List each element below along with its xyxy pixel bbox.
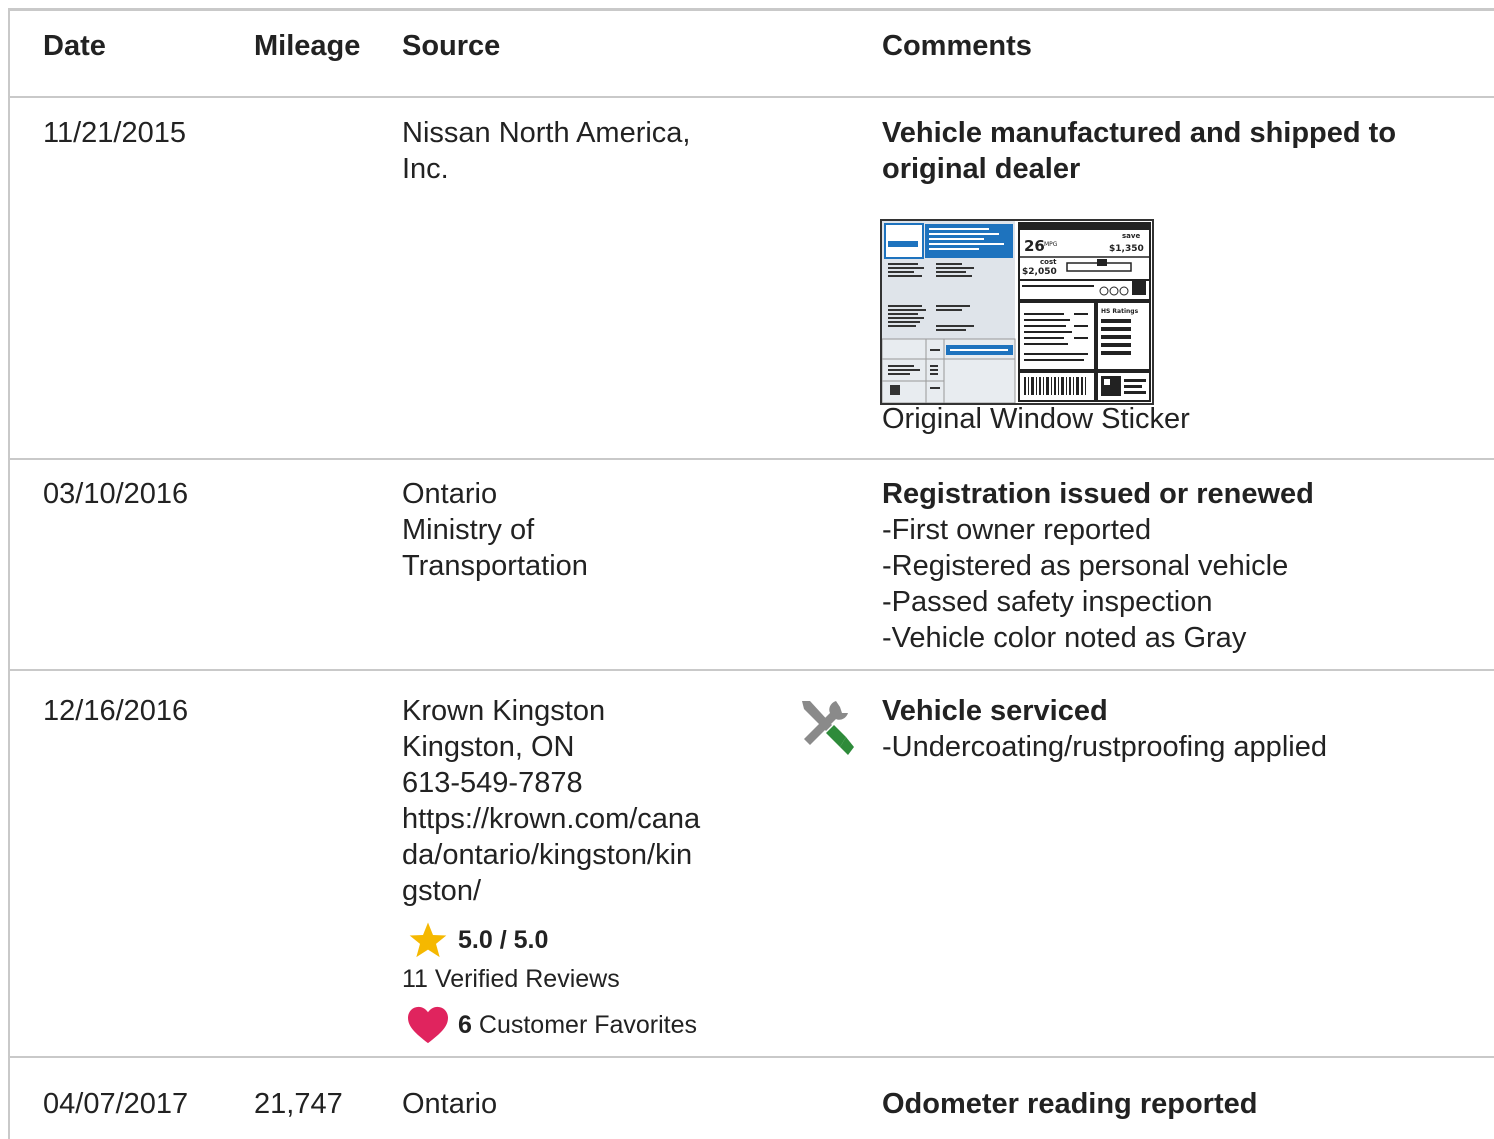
comment-title: Odometer reading reported — [882, 1088, 1258, 1120]
table-row: 03/10/2016 Ontario Ministry of Transport… — [10, 460, 1494, 671]
header-mileage: Mileage — [254, 30, 361, 62]
sticker-save-value: $1,350 — [1109, 244, 1144, 254]
table-row: 04/07/2017 21,747 Ontario Odometer readi… — [10, 1058, 1494, 1139]
verified-reviews-link[interactable]: 11 Verified Reviews — [402, 964, 620, 994]
table-row: 11/21/2015 Nissan North America, Inc. Ve… — [10, 97, 1494, 460]
wrench-screwdriver-icon — [802, 701, 854, 755]
row-date: 12/16/2016 — [43, 695, 189, 727]
row-date: 11/21/2015 — [43, 117, 186, 149]
source-line: Ministry of — [402, 514, 535, 546]
table-row: 12/16/2016 Krown Kingston Kingston, ON 6… — [10, 671, 1494, 1058]
row-comments: Vehicle serviced -Undercoating/rustproof… — [882, 693, 1482, 765]
comment-bullet: -Undercoating/rustproofing applied — [882, 731, 1327, 763]
row-comments: Registration issued or renewed -First ow… — [882, 476, 1482, 656]
row-date: 04/07/2017 — [43, 1088, 189, 1120]
window-sticker-caption[interactable]: Original Window Sticker — [882, 401, 1190, 437]
source-url[interactable]: https://krown.com/cana — [402, 801, 782, 837]
row-source: Nissan North America, Inc. — [402, 115, 782, 187]
row-source: Ontario Ministry of Transportation — [402, 476, 782, 584]
row-mileage: 21,747 — [254, 1088, 343, 1120]
favorites-label: Customer Favorites — [478, 1010, 698, 1039]
comment-bullet: -Vehicle color noted as Gray — [882, 622, 1247, 654]
sticker-save-label: save — [1122, 232, 1140, 240]
comment-bullet: -Registered as personal vehicle — [882, 550, 1289, 582]
heart-icon — [408, 1006, 448, 1044]
comment-title: original dealer — [882, 153, 1081, 185]
source-line: Transportation — [402, 550, 588, 582]
row-comments: Vehicle manufactured and shipped to orig… — [882, 115, 1482, 187]
source-line: Inc. — [402, 153, 449, 185]
source-line: Krown Kingston — [402, 695, 606, 727]
table-header: Date Mileage Source Comments — [10, 8, 1494, 98]
comment-title: Registration issued or renewed — [882, 478, 1314, 510]
rating-row: 5.0 / 5.0 — [406, 921, 548, 959]
comment-bullet: -First owner reported — [882, 514, 1152, 546]
favorites-count: 6 — [458, 1010, 472, 1039]
source-line: Ontario — [402, 478, 498, 510]
comment-title: Vehicle manufactured and shipped to — [882, 117, 1397, 149]
header-comments: Comments — [882, 30, 1032, 62]
rating-value: 5.0 / 5.0 — [458, 925, 549, 954]
favorites-row: 6 Customer Favorites — [406, 1005, 697, 1045]
window-sticker-thumbnail[interactable]: 26 MPG save $1,350 cost $2,050 HS Rating… — [880, 219, 1154, 405]
header-source: Source — [402, 30, 501, 62]
source-line: Ontario — [402, 1088, 498, 1120]
row-source: Krown Kingston Kingston, ON 613-549-7878… — [402, 693, 782, 909]
comment-title: Vehicle serviced — [882, 695, 1108, 727]
sticker-mpg: 26 — [1024, 237, 1045, 255]
star-icon — [409, 922, 447, 958]
header-date: Date — [43, 30, 106, 62]
sticker-cost-label: cost — [1040, 258, 1057, 266]
sticker-mpg-unit: MPG — [1044, 241, 1058, 248]
source-url[interactable]: da/ontario/kingston/kin — [402, 837, 782, 873]
row-date: 03/10/2016 — [43, 478, 189, 510]
sticker-ratings-label: HS Ratings — [1101, 308, 1139, 315]
sticker-cost-value: $2,050 — [1022, 267, 1057, 277]
source-line: Nissan North America, — [402, 117, 691, 149]
row-source: Ontario — [402, 1086, 782, 1122]
row-comments: Odometer reading reported — [882, 1086, 1482, 1122]
comment-bullet: -Passed safety inspection — [882, 586, 1213, 618]
source-line: Kingston, ON — [402, 731, 575, 763]
window-sticker-image: 26 MPG save $1,350 cost $2,050 HS Rating… — [881, 221, 1152, 404]
source-phone[interactable]: 613-549-7878 — [402, 765, 782, 801]
source-url[interactable]: gston/ — [402, 873, 782, 909]
